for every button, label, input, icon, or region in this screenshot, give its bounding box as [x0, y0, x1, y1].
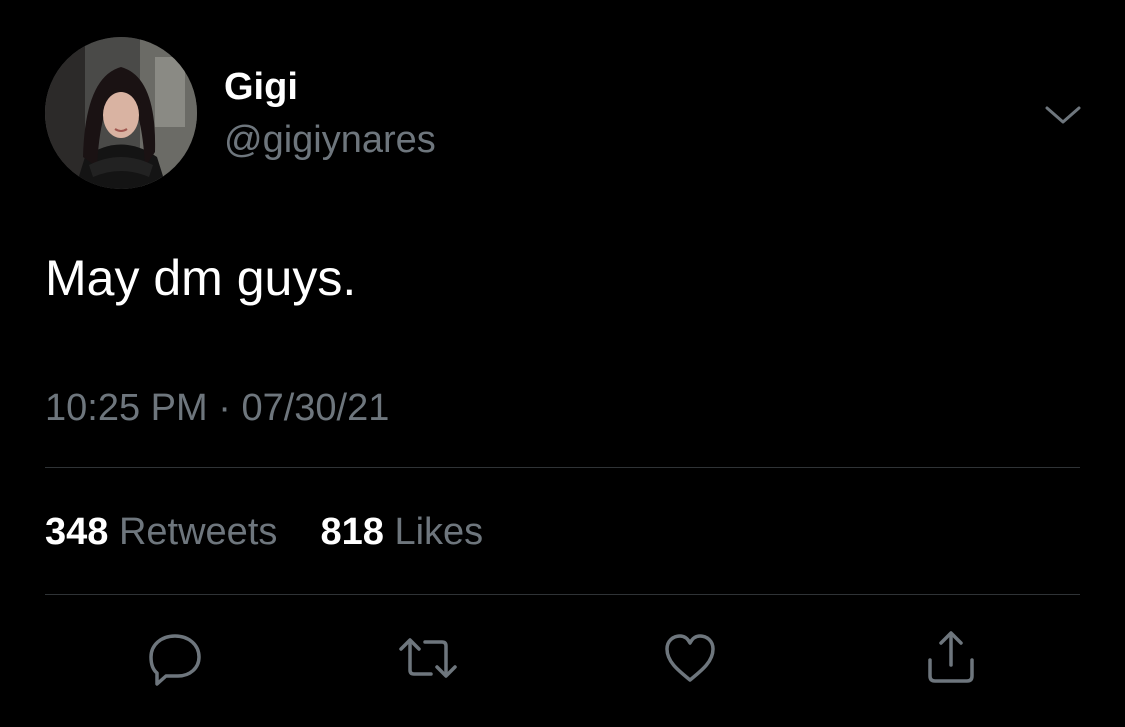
avatar-photo: [45, 37, 197, 189]
tweet-text: May dm guys.: [45, 250, 357, 306]
chevron-down-icon[interactable]: [1043, 100, 1083, 130]
retweets-count: 348: [45, 511, 109, 553]
likes-count: 818: [320, 511, 384, 553]
retweets-label: Retweets: [118, 511, 278, 553]
divider: [45, 594, 1080, 595]
likes-stat[interactable]: 818 Likes: [310, 511, 484, 553]
reply-button[interactable]: [144, 627, 206, 689]
tweet-timestamp[interactable]: 10:25 PM · 07/30/21: [45, 385, 389, 431]
divider: [45, 467, 1080, 468]
tweet-time: 10:25 PM: [45, 387, 208, 429]
avatar[interactable]: [45, 37, 197, 189]
engagement-stats: 348 Retweets 818 Likes: [45, 508, 483, 556]
tweet-date: 07/30/21: [241, 387, 390, 429]
meta-separator: ·: [218, 387, 231, 429]
likes-label: Likes: [394, 511, 484, 553]
user-handle[interactable]: @gigiynares: [224, 117, 436, 163]
display-name[interactable]: Gigi: [224, 64, 298, 110]
reply-icon: [149, 634, 201, 686]
retweet-icon: [399, 638, 457, 678]
heart-icon: [665, 634, 715, 682]
like-button[interactable]: [659, 627, 721, 689]
retweets-stat[interactable]: 348 Retweets: [45, 511, 288, 553]
retweet-button[interactable]: [397, 627, 459, 689]
share-button[interactable]: [920, 627, 982, 689]
share-icon: [928, 631, 974, 683]
